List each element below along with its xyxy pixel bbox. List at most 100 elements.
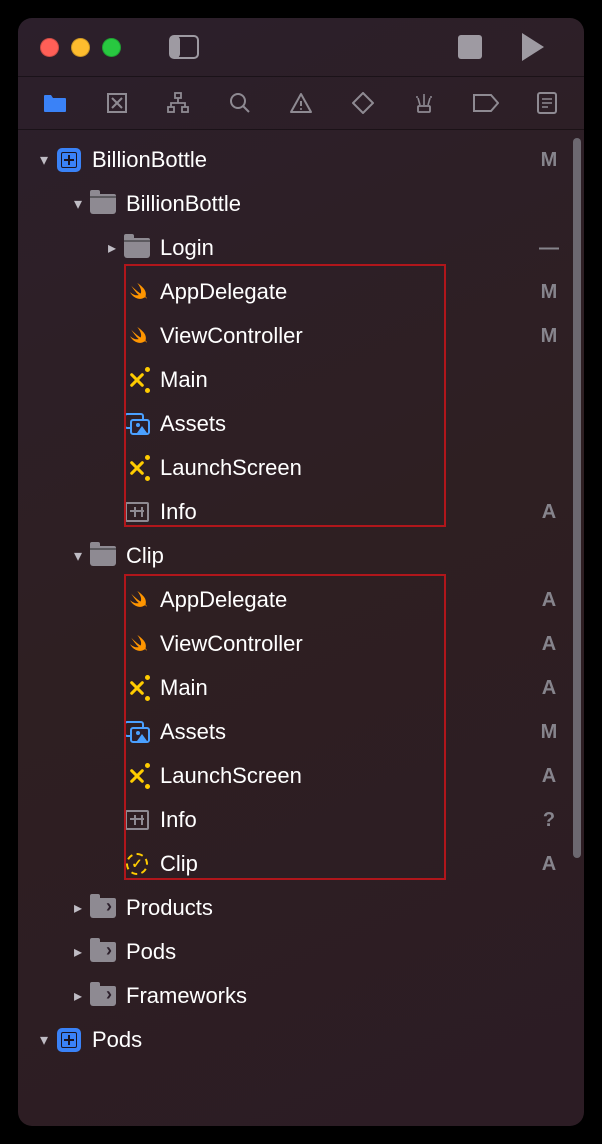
sidebar-toggle-button[interactable] [169,35,199,59]
window-controls [40,38,121,57]
file-row[interactable]: ▸MainA [18,666,584,710]
file-row[interactable]: ▸ViewControllerM [18,314,584,358]
vertical-scrollbar[interactable] [573,138,581,858]
folder-ref-icon [90,986,116,1006]
chevron-down-icon[interactable]: ▾ [74,194,88,214]
minimize-window-button[interactable] [71,38,90,57]
close-window-button[interactable] [40,38,59,57]
scm-status: M [538,281,560,304]
group-row[interactable]: ▸ Pods [18,930,584,974]
scm-status: A [538,501,560,524]
folder-ref-icon [90,942,116,962]
group-label: Frameworks [126,983,247,1009]
group-label: BillionBottle [126,191,241,217]
chevron-down-icon[interactable]: ▾ [40,1030,54,1050]
stop-button[interactable] [458,35,482,59]
file-label: ViewController [160,631,303,657]
scm-status: ? [538,809,560,832]
file-row[interactable]: ▸LaunchScreen [18,446,584,490]
file-label: LaunchScreen [160,455,302,481]
file-label: Info [160,499,197,525]
file-label: LaunchScreen [160,763,302,789]
file-label: AppDelegate [160,279,287,305]
group-label: Login [160,235,214,261]
plist-icon [125,810,149,830]
test-navigator-tab[interactable] [348,88,378,118]
group-row-billionbottle[interactable]: ▾ BillionBottle [18,182,584,226]
folder-icon [90,546,116,566]
navigator-selector-bar [18,76,584,130]
run-button[interactable] [522,33,544,61]
swift-icon [125,280,149,304]
xcode-window: ▾ BillionBottle M ▾ BillionBottle ▸ Logi… [18,18,584,1126]
file-row[interactable]: ▸Main [18,358,584,402]
scm-status: A [538,765,560,788]
project-navigator-tab[interactable] [40,88,70,118]
scm-status: M [538,325,560,348]
group-row-login[interactable]: ▸ Login — [18,226,584,270]
assets-icon [124,413,150,435]
chevron-down-icon[interactable]: ▾ [40,150,54,170]
source-control-navigator-tab[interactable] [102,88,132,118]
file-row[interactable]: ▸LaunchScreenA [18,754,584,798]
chevron-right-icon[interactable]: ▸ [74,898,88,918]
zoom-window-button[interactable] [102,38,121,57]
swift-icon [125,632,149,656]
file-label: Main [160,367,208,393]
file-label: Info [160,807,197,833]
stop-icon [458,35,482,59]
file-label: ViewController [160,323,303,349]
issue-navigator-tab[interactable] [286,88,316,118]
titlebar [18,18,584,76]
file-row[interactable]: ▸ClipA [18,842,584,886]
scm-status: — [538,237,560,260]
swift-icon [125,324,149,348]
assets-icon [124,721,150,743]
group-label: Pods [126,939,176,965]
symbol-navigator-tab[interactable] [163,88,193,118]
chevron-down-icon[interactable]: ▾ [74,546,88,566]
file-row[interactable]: ▸AssetsM [18,710,584,754]
project-row-pods[interactable]: ▾ Pods [18,1018,584,1062]
project-label: Pods [92,1027,142,1053]
file-row[interactable]: ▸AppDelegateM [18,270,584,314]
folder-icon [90,194,116,214]
storyboard-icon [126,457,148,479]
file-row[interactable]: ▸Assets [18,402,584,446]
group-row-clip[interactable]: ▾ Clip [18,534,584,578]
swift-icon [125,588,149,612]
project-label: BillionBottle [92,147,207,173]
file-label: Assets [160,719,226,745]
debug-navigator-tab[interactable] [409,88,439,118]
chevron-right-icon[interactable]: ▸ [74,986,88,1006]
find-navigator-tab[interactable] [225,88,255,118]
folder-ref-icon [90,898,116,918]
report-navigator-tab[interactable] [532,88,562,118]
file-row[interactable]: ▸ViewControllerA [18,622,584,666]
storyboard-icon [126,369,148,391]
project-row[interactable]: ▾ BillionBottle M [18,138,584,182]
storyboard-icon [126,677,148,699]
scm-status: A [538,677,560,700]
group-row[interactable]: ▸ Frameworks [18,974,584,1018]
file-row[interactable]: ▸InfoA [18,490,584,534]
group-label: Products [126,895,213,921]
group-label: Clip [126,543,164,569]
file-label: Main [160,675,208,701]
scm-status: M [538,149,560,172]
file-label: Assets [160,411,226,437]
folder-icon [124,238,150,258]
chevron-right-icon[interactable]: ▸ [108,238,122,258]
chevron-right-icon[interactable]: ▸ [74,942,88,962]
scm-status: A [538,589,560,612]
file-label: Clip [160,851,198,877]
appclip-icon [126,853,148,875]
project-icon [57,148,81,172]
file-row[interactable]: ▸AppDelegateA [18,578,584,622]
breakpoint-navigator-tab[interactable] [471,88,501,118]
group-row[interactable]: ▸ Products [18,886,584,930]
scm-status: M [538,721,560,744]
project-icon [57,1028,81,1052]
file-row[interactable]: ▸Info? [18,798,584,842]
project-navigator: ▾ BillionBottle M ▾ BillionBottle ▸ Logi… [18,130,584,1126]
